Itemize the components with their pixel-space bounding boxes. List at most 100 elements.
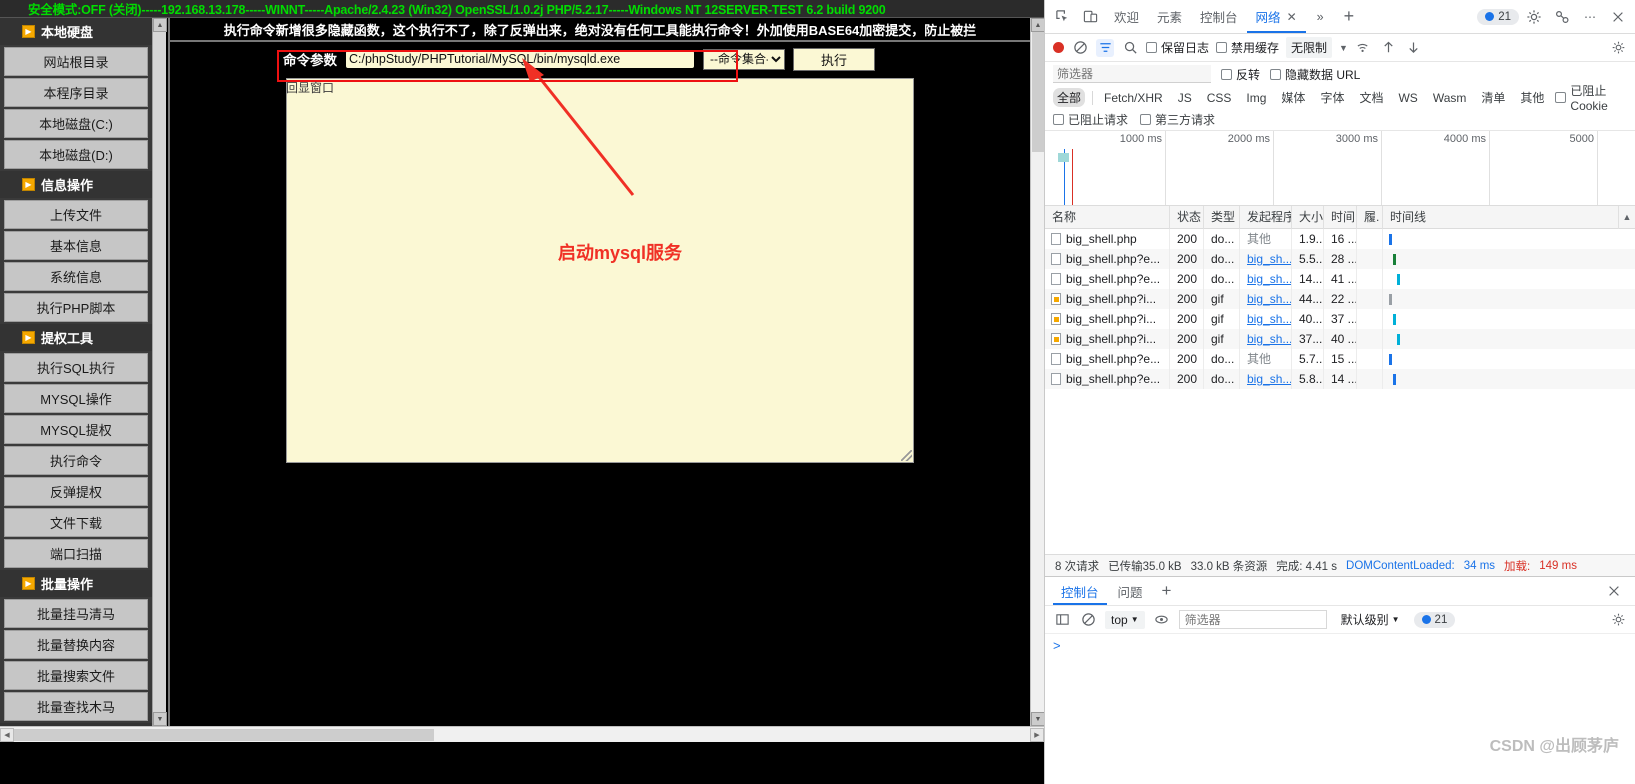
scroll-up-icon[interactable]: ▲ [153,18,167,32]
scroll-down-icon[interactable]: ▼ [153,712,167,726]
type-filter-0[interactable]: 全部 [1053,88,1086,107]
add-tab-icon[interactable]: + [1335,1,1364,33]
page-horizontal-scrollbar[interactable]: ◀ ▶ [0,726,1044,742]
request-initiator[interactable]: 其他 [1240,229,1292,249]
invert-checkbox[interactable]: 反转 [1221,66,1260,83]
page-scroll-left-icon[interactable]: ◀ [0,728,14,742]
type-filter-10[interactable]: 清单 [1477,88,1509,107]
console-settings-gear-icon[interactable] [1609,611,1627,629]
sidebar-item-19[interactable]: 批量挂马清马 [4,599,148,628]
request-initiator[interactable]: big_sh... [1240,249,1292,269]
sidebar-item-6[interactable]: 上传文件 [4,200,148,229]
sidebar-item-22[interactable]: 批量查找木马 [4,692,148,721]
console-eye-icon[interactable] [1153,611,1171,629]
network-overview-timeline[interactable]: 1000 ms 2000 ms 3000 ms 4000 ms 5000 [1045,131,1635,206]
request-name-cell[interactable]: big_shell.php?e... [1045,249,1170,269]
console-sidebar-icon[interactable] [1053,611,1071,629]
search-icon[interactable] [1121,39,1139,57]
request-name-cell[interactable]: big_shell.php?i... [1045,309,1170,329]
type-filter-3[interactable]: CSS [1203,90,1236,106]
column-header-7[interactable]: 时间线 [1383,205,1619,229]
request-initiator[interactable]: big_sh... [1240,309,1292,329]
devtools-tab-2[interactable]: 控制台 [1191,1,1247,33]
sidebar-scrollbar[interactable]: ▲ ▼ [152,18,167,726]
close-tab-icon[interactable]: ✕ [1287,10,1297,24]
column-header-2[interactable]: 类型 [1204,205,1240,229]
type-filter-6[interactable]: 字体 [1316,88,1348,107]
record-button-icon[interactable] [1053,42,1064,53]
request-name-cell[interactable]: big_shell.php?e... [1045,369,1170,389]
filter-input[interactable] [1053,65,1211,83]
request-initiator[interactable]: big_sh... [1240,289,1292,309]
sidebar-item-15[interactable]: 反弹提权 [4,477,148,506]
drawer-tab-0[interactable]: 控制台 [1053,578,1107,605]
table-row[interactable]: big_shell.php?e... 200 do... 其他 5.7... 15 ... [1045,349,1635,369]
console-level-select[interactable]: 默认级别 ▼ [1335,609,1406,630]
requests-table-body[interactable]: big_shell.php 200 do... 其他 1.9... 16 ... big_s… [1045,229,1635,554]
sidebar-item-16[interactable]: 文件下载 [4,508,148,537]
sidebar-item-17[interactable]: 端口扫描 [4,539,148,568]
sidebar-item-8[interactable]: 系统信息 [4,262,148,291]
more-tabs-icon[interactable]: » [1308,1,1333,33]
type-filter-4[interactable]: Img [1242,90,1270,106]
clear-button-icon[interactable] [1071,39,1089,57]
request-initiator[interactable]: big_sh... [1240,369,1292,389]
sidebar-item-2[interactable]: 本程序目录 [4,78,148,107]
more-options-icon[interactable]: ⋯ [1577,4,1603,30]
type-chip-list[interactable]: 全部 Fetch/XHR JS CSS Img 媒体 字体 文档 WS Wasm 清单 其他 [1053,88,1548,107]
column-header-5[interactable]: 时间 [1324,205,1357,229]
table-row[interactable]: big_shell.php?e... 200 do... big_sh... 5.8..… [1045,369,1635,389]
sidebar-group-10[interactable]: ▶ 提权工具 [0,324,152,351]
settings-gear-icon[interactable] [1521,4,1547,30]
customize-icon[interactable] [1549,4,1575,30]
export-har-icon[interactable] [1405,39,1423,57]
sidebar-item-21[interactable]: 批量搜索文件 [4,661,148,690]
inspect-element-icon[interactable] [1049,4,1075,30]
type-filter-5[interactable]: 媒体 [1277,88,1309,107]
table-row[interactable]: big_shell.php?i... 200 gif big_sh... 40... 37… [1045,309,1635,329]
sidebar-item-12[interactable]: MYSQL操作 [4,384,148,413]
page-scroll-down-icon[interactable]: ▼ [1031,712,1044,726]
drawer-tab-list[interactable]: 控制台 问题 [1053,578,1151,605]
devtools-tab-3[interactable]: 网络 ✕ [1247,1,1306,33]
table-row[interactable]: big_shell.php?i... 200 gif big_sh... 37... 40… [1045,329,1635,349]
close-drawer-icon[interactable] [1601,578,1627,604]
request-initiator[interactable]: 其他 [1240,349,1292,369]
resource-type-filters[interactable]: 全部 Fetch/XHR JS CSS Img 媒体 字体 文档 WS Wasm 清单 其他 已阻止 … [1045,84,1635,113]
page-vertical-scrollbar[interactable]: ▲ ▼ [1030,18,1044,726]
preserve-log-checkbox[interactable]: 保留日志 [1146,39,1209,56]
devtools-tab-0[interactable]: 欢迎 [1105,1,1148,33]
request-name-cell[interactable]: big_shell.php [1045,229,1170,249]
sidebar-item-11[interactable]: 执行SQL执行 [4,353,148,382]
sidebar-item-14[interactable]: 执行命令 [4,446,148,475]
request-name-cell[interactable]: big_shell.php?e... [1045,349,1170,369]
sidebar-item-9[interactable]: 执行PHP脚本 [4,293,148,322]
request-initiator[interactable]: big_sh... [1240,269,1292,289]
type-filter-1[interactable]: Fetch/XHR [1100,90,1167,106]
throttle-select[interactable]: 无限制 [1286,37,1333,58]
type-filter-8[interactable]: WS [1394,90,1421,106]
resize-handle-icon[interactable] [901,450,912,461]
sidebar-group-0[interactable]: ▶ 本地硬盘 [0,18,152,45]
filter-toggle-icon[interactable] [1096,38,1114,57]
type-filter-7[interactable]: 文档 [1355,88,1387,107]
sidebar-group-18[interactable]: ▶ 批量操作 [0,570,152,597]
sidebar[interactable]: ▶ 本地硬盘 网站根目录 本程序目录 本地磁盘(C:) 本地磁盘(D:) ▶ 信息操作 上传文件… [0,18,152,726]
third-party-checkbox[interactable]: 第三方请求 [1140,111,1215,128]
hide-data-urls-checkbox[interactable]: 隐藏数据 URL [1270,66,1360,83]
page-scroll-up-icon[interactable]: ▲ [1031,18,1044,32]
devtools-tab-1[interactable]: 元素 [1148,1,1191,33]
request-name-cell[interactable]: big_shell.php?i... [1045,289,1170,309]
table-row[interactable]: big_shell.php?e... 200 do... big_sh... 14...… [1045,269,1635,289]
sidebar-item-1[interactable]: 网站根目录 [4,47,148,76]
disable-cache-checkbox[interactable]: 禁用缓存 [1216,39,1279,56]
column-header-0[interactable]: 名称 [1045,205,1170,229]
column-header-4[interactable]: 大小 [1292,205,1324,229]
drawer-tab-1[interactable]: 问题 [1110,578,1151,605]
network-conditions-icon[interactable] [1355,39,1373,57]
execution-context-select[interactable]: top ▼ [1105,610,1145,629]
sidebar-item-4[interactable]: 本地磁盘(D:) [4,140,148,169]
console-filter-input[interactable] [1178,610,1327,629]
scrollbar-thumb[interactable] [1032,32,1044,152]
column-header-3[interactable]: 发起程序 [1240,205,1292,229]
